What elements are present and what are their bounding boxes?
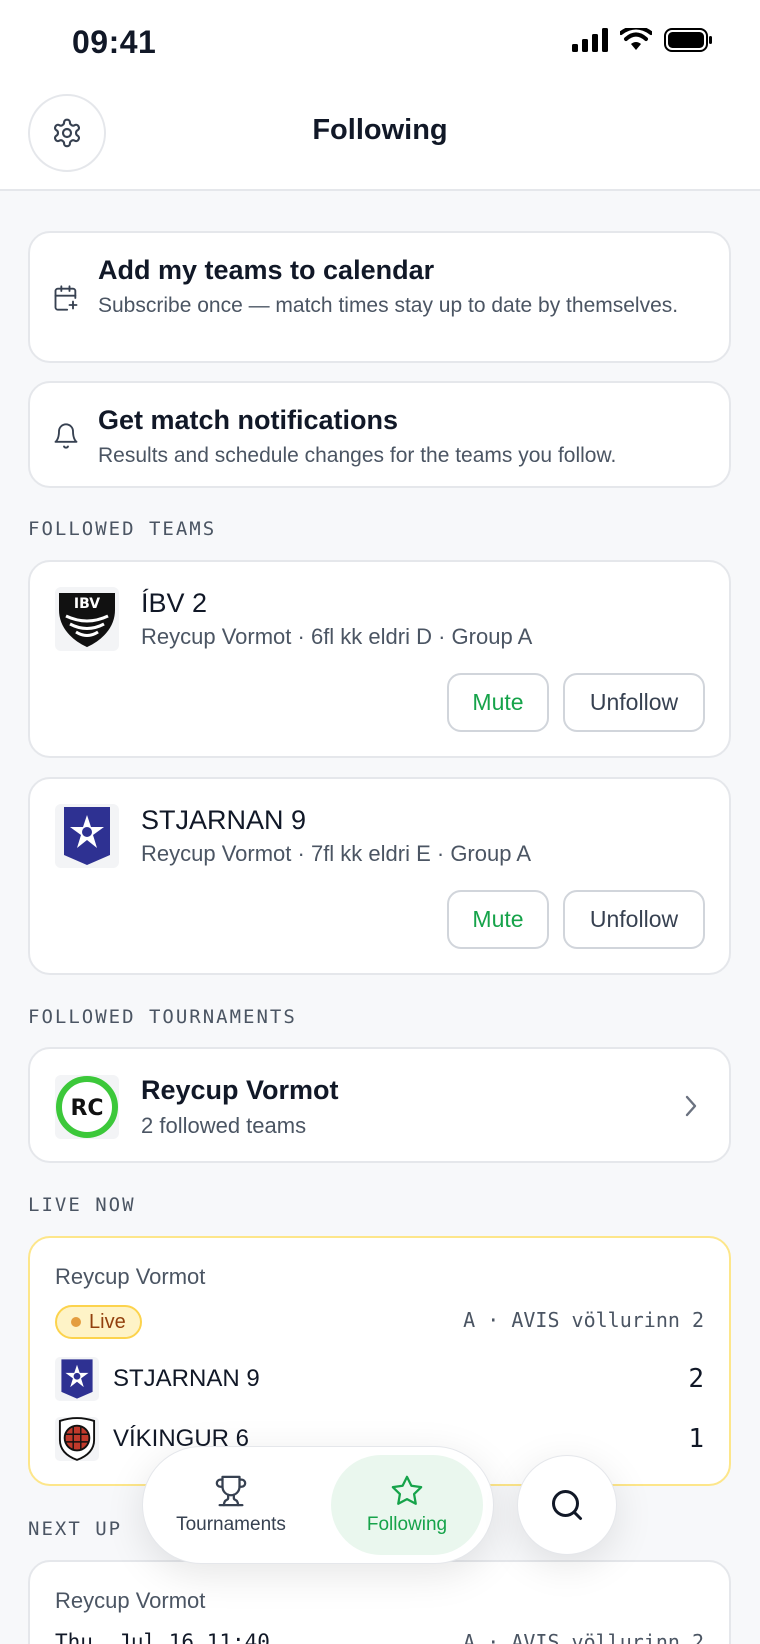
live-now-label: LIVE NOW: [28, 1194, 136, 1216]
live-badge-label: Live: [89, 1310, 126, 1333]
notifications-card-subtitle: Results and schedule changes for the tea…: [98, 444, 617, 467]
live-dot-icon: [71, 1317, 81, 1327]
search-button[interactable]: [517, 1455, 617, 1555]
reycup-logo-icon: RC: [56, 1076, 118, 1138]
match-tournament: Reycup Vormot: [55, 1264, 206, 1289]
match-tournament: Reycup Vormot: [55, 1588, 206, 1613]
team-logo: [55, 1357, 99, 1401]
team-logo: IBV: [55, 587, 119, 651]
team-logo: [55, 1417, 99, 1461]
team-name: STJARNAN 9: [141, 805, 307, 835]
tournament-card[interactable]: RC Reycup Vormot 2 followed teams: [28, 1047, 731, 1163]
top-bar: 09:41 Following: [0, 0, 760, 191]
bell-icon: [54, 423, 78, 449]
calendar-plus-icon: [54, 285, 78, 311]
bottom-nav: Tournaments Following: [142, 1446, 494, 1564]
stjarnan-crest-icon: [64, 807, 110, 865]
calendar-card-title: Add my teams to calendar: [98, 255, 435, 285]
team-meta: Reycup Vormot · 6fl kk eldri D · Group A: [141, 624, 533, 649]
followed-teams-label: FOLLOWED TEAMS: [28, 518, 217, 540]
match-venue: A · AVIS völlurinn 2: [463, 1630, 704, 1644]
match-time: Thu, Jul 16 11:40: [55, 1630, 270, 1644]
team-name: ÍBV 2: [141, 588, 208, 618]
tournament-meta: 2 followed teams: [141, 1113, 307, 1138]
trophy-icon: [215, 1475, 247, 1507]
tournament-logo: RC: [55, 1075, 119, 1139]
calendar-card[interactable]: Add my teams to calendar Subscribe once …: [28, 231, 731, 363]
battery-icon: [664, 28, 712, 52]
match-score: 1: [688, 1424, 704, 1454]
unfollow-button[interactable]: Unfollow: [563, 673, 705, 732]
chevron-right-icon: [685, 1095, 697, 1117]
notifications-card-title: Get match notifications: [98, 405, 399, 435]
unfollow-button[interactable]: Unfollow: [563, 890, 705, 949]
reycup-logo-text: RC: [70, 1096, 103, 1121]
live-badge: Live: [55, 1305, 142, 1339]
nav-following[interactable]: Following: [331, 1455, 483, 1555]
notifications-card[interactable]: Get match notifications Results and sche…: [28, 381, 731, 488]
team-card[interactable]: IBV ÍBV 2 Reycup Vormot · 6fl kk eldri D…: [28, 560, 731, 758]
next-up-label: NEXT UP: [28, 1518, 123, 1540]
next-match-card[interactable]: Reycup Vormot Thu, Jul 16 11:40 A · AVIS…: [28, 1560, 731, 1644]
nav-following-label: Following: [366, 1514, 448, 1535]
match-team-name: STJARNAN 9: [113, 1365, 260, 1392]
stjarnan-crest-icon: [61, 1359, 93, 1399]
status-icons: [572, 28, 712, 52]
team-card[interactable]: STJARNAN 9 Reycup Vormot · 7fl kk eldri …: [28, 777, 731, 975]
match-team-row: STJARNAN 9 2: [55, 1356, 704, 1402]
status-time: 09:41: [72, 24, 157, 60]
ibv-crest-icon: IBV: [59, 593, 115, 648]
signal-icon: [572, 28, 608, 52]
wifi-icon: [620, 28, 652, 50]
svg-text:IBV: IBV: [74, 596, 100, 612]
calendar-card-subtitle: Subscribe once — match times stay up to …: [98, 294, 679, 317]
vikingur-crest-icon: [58, 1417, 96, 1461]
mute-button[interactable]: Mute: [447, 673, 549, 732]
match-venue: A · AVIS völlurinn 2: [463, 1308, 704, 1332]
followed-tournaments-label: FOLLOWED TOURNAMENTS: [28, 1006, 297, 1028]
match-score: 2: [688, 1364, 704, 1394]
star-icon: [391, 1475, 423, 1505]
search-icon: [552, 1490, 582, 1520]
team-logo: [55, 804, 119, 868]
mute-button[interactable]: Mute: [447, 890, 549, 949]
team-meta: Reycup Vormot · 7fl kk eldri E · Group A: [141, 841, 532, 866]
nav-tournaments-label: Tournaments: [176, 1514, 286, 1535]
nav-tournaments[interactable]: Tournaments: [155, 1455, 307, 1555]
page-title: Following: [312, 114, 448, 146]
tournament-name: Reycup Vormot: [141, 1075, 339, 1105]
